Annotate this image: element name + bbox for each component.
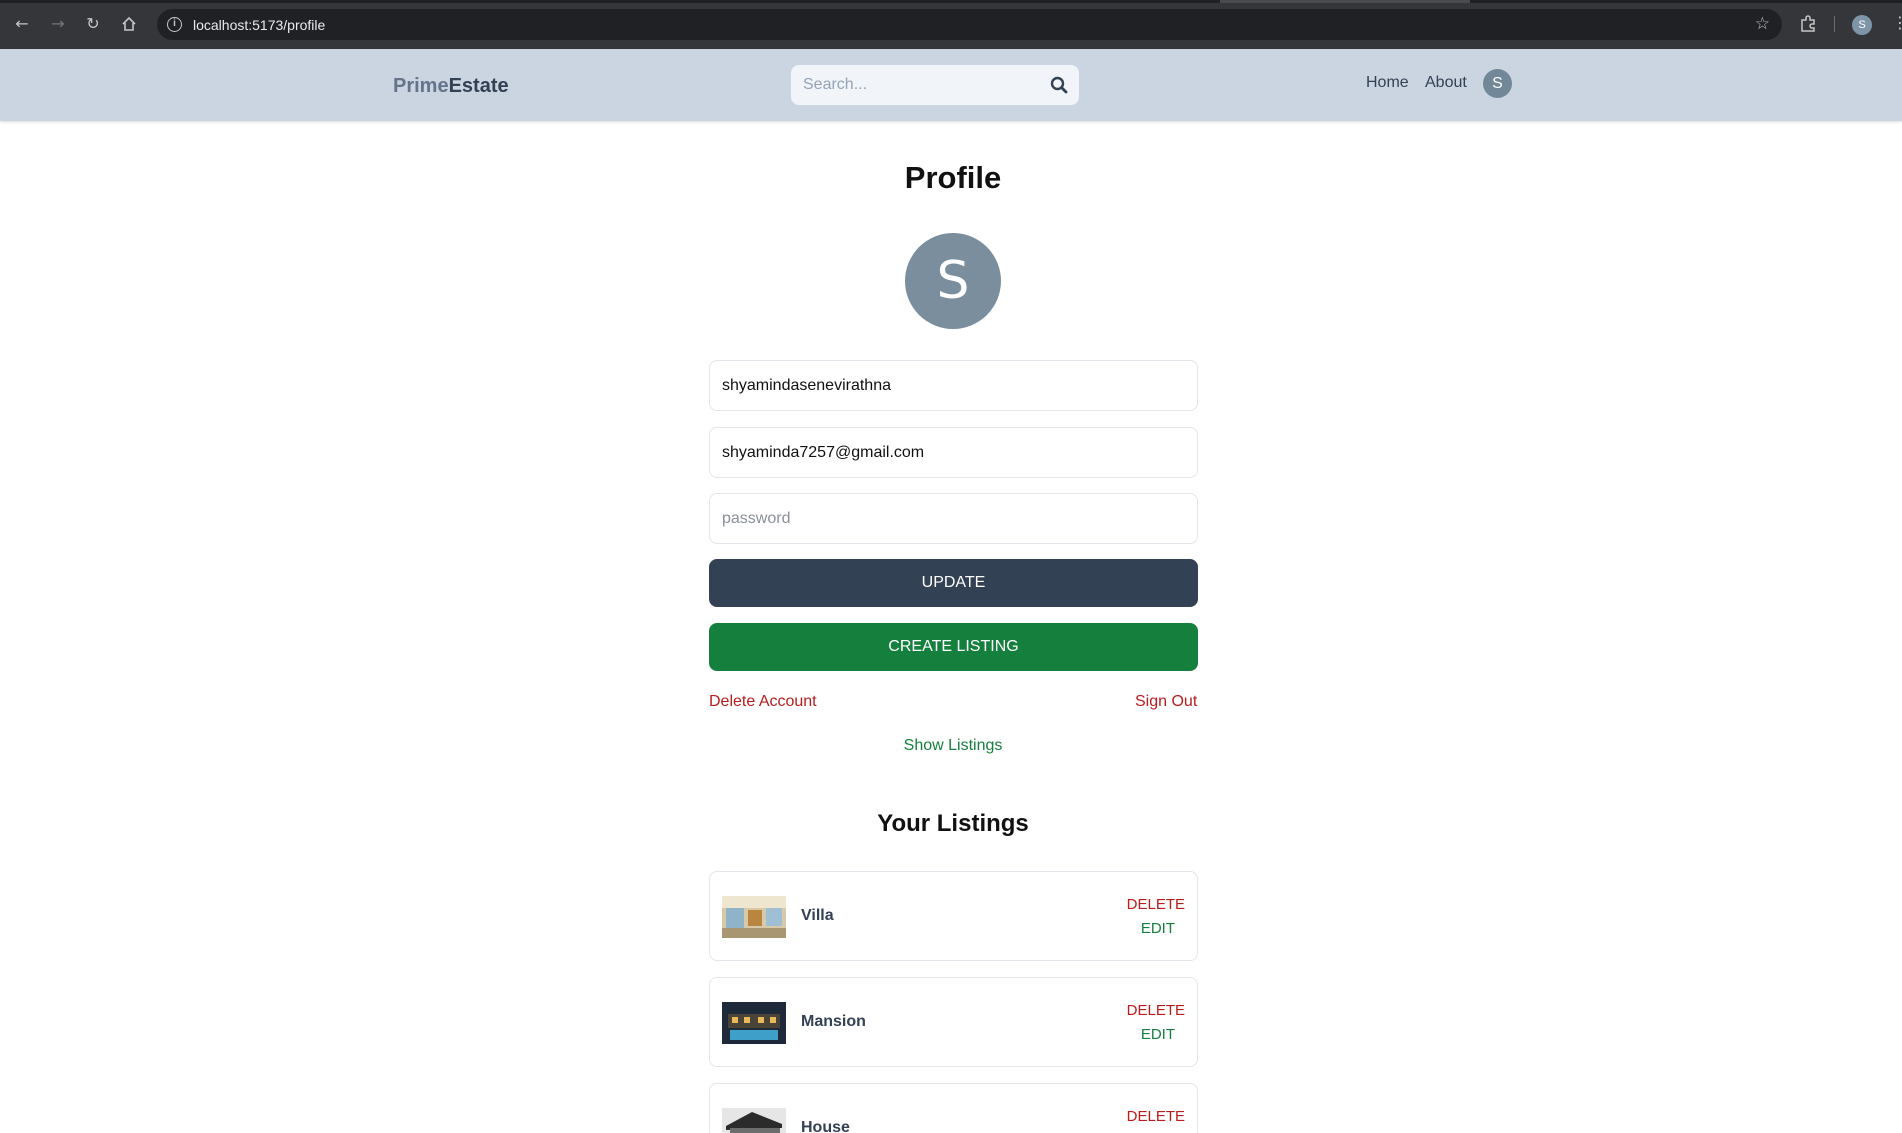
url-text[interactable]: localhost:5173/profile <box>193 17 325 33</box>
delete-listing-button[interactable]: DELETE <box>1127 896 1185 913</box>
delete-listing-button[interactable]: DELETE <box>1127 1108 1185 1125</box>
back-arrow-icon[interactable]: ← <box>11 13 33 35</box>
delete-listing-button[interactable]: DELETE <box>1127 1002 1185 1019</box>
create-listing-button[interactable]: CREATE LISTING <box>709 623 1198 671</box>
listing-thumbnail[interactable] <box>722 1108 786 1133</box>
reload-icon[interactable]: ↻ <box>82 13 104 35</box>
search-form <box>791 65 1079 105</box>
listings-title: Your Listings <box>877 810 1029 837</box>
nav-home[interactable]: Home <box>1366 74 1409 92</box>
logo[interactable]: PrimeEstate <box>393 75 509 98</box>
forward-arrow-icon[interactable]: → <box>47 13 69 35</box>
avatar[interactable]: S <box>1483 69 1512 98</box>
listing-name[interactable]: Mansion <box>801 1013 866 1031</box>
profile-avatar[interactable]: S <box>905 233 1001 329</box>
delete-account-link[interactable]: Delete Account <box>709 693 817 711</box>
listing-name[interactable]: Villa <box>801 907 834 925</box>
listing-thumbnail[interactable] <box>722 1002 786 1044</box>
listing-card: Mansion DELETE EDIT <box>709 977 1198 1067</box>
show-listings-link[interactable]: Show Listings <box>0 737 1902 755</box>
kebab-menu-icon[interactable]: ⋮ <box>1892 13 1902 35</box>
puzzle-icon[interactable] <box>1798 13 1818 35</box>
sign-out-link[interactable]: Sign Out <box>1135 693 1197 711</box>
edit-listing-button[interactable]: EDIT <box>1141 920 1175 937</box>
email-field[interactable] <box>709 427 1198 478</box>
tab-strip <box>0 0 1902 3</box>
nav-about[interactable]: About <box>1425 74 1467 92</box>
browser-toolbar: ← → ↻ i localhost:5173/profile ☆ S ⋮ <box>0 0 1902 49</box>
page-title: Profile <box>904 160 1002 195</box>
listing-card: Villa DELETE EDIT <box>709 871 1198 961</box>
search-icon[interactable] <box>1049 75 1069 95</box>
update-button[interactable]: UPDATE <box>709 559 1198 607</box>
listing-thumbnail[interactable] <box>722 896 786 938</box>
username-field[interactable] <box>709 360 1198 411</box>
toolbar-divider <box>1834 16 1835 32</box>
star-icon[interactable]: ☆ <box>1755 14 1770 34</box>
site-info-icon[interactable]: i <box>167 17 182 32</box>
edit-listing-button[interactable]: EDIT <box>1141 1026 1175 1043</box>
listing-card: House DELETE EDIT <box>709 1083 1198 1133</box>
search-input[interactable] <box>803 65 1043 105</box>
logo-prime: Prime <box>393 75 449 97</box>
home-icon[interactable] <box>118 13 140 35</box>
app-header: PrimeEstate Home About S <box>0 49 1902 121</box>
address-bar[interactable]: i localhost:5173/profile ☆ <box>157 9 1782 40</box>
listing-name[interactable]: House <box>801 1119 850 1133</box>
password-field[interactable] <box>709 493 1198 544</box>
browser-profile-avatar[interactable]: S <box>1852 15 1872 35</box>
logo-estate: Estate <box>448 75 509 97</box>
